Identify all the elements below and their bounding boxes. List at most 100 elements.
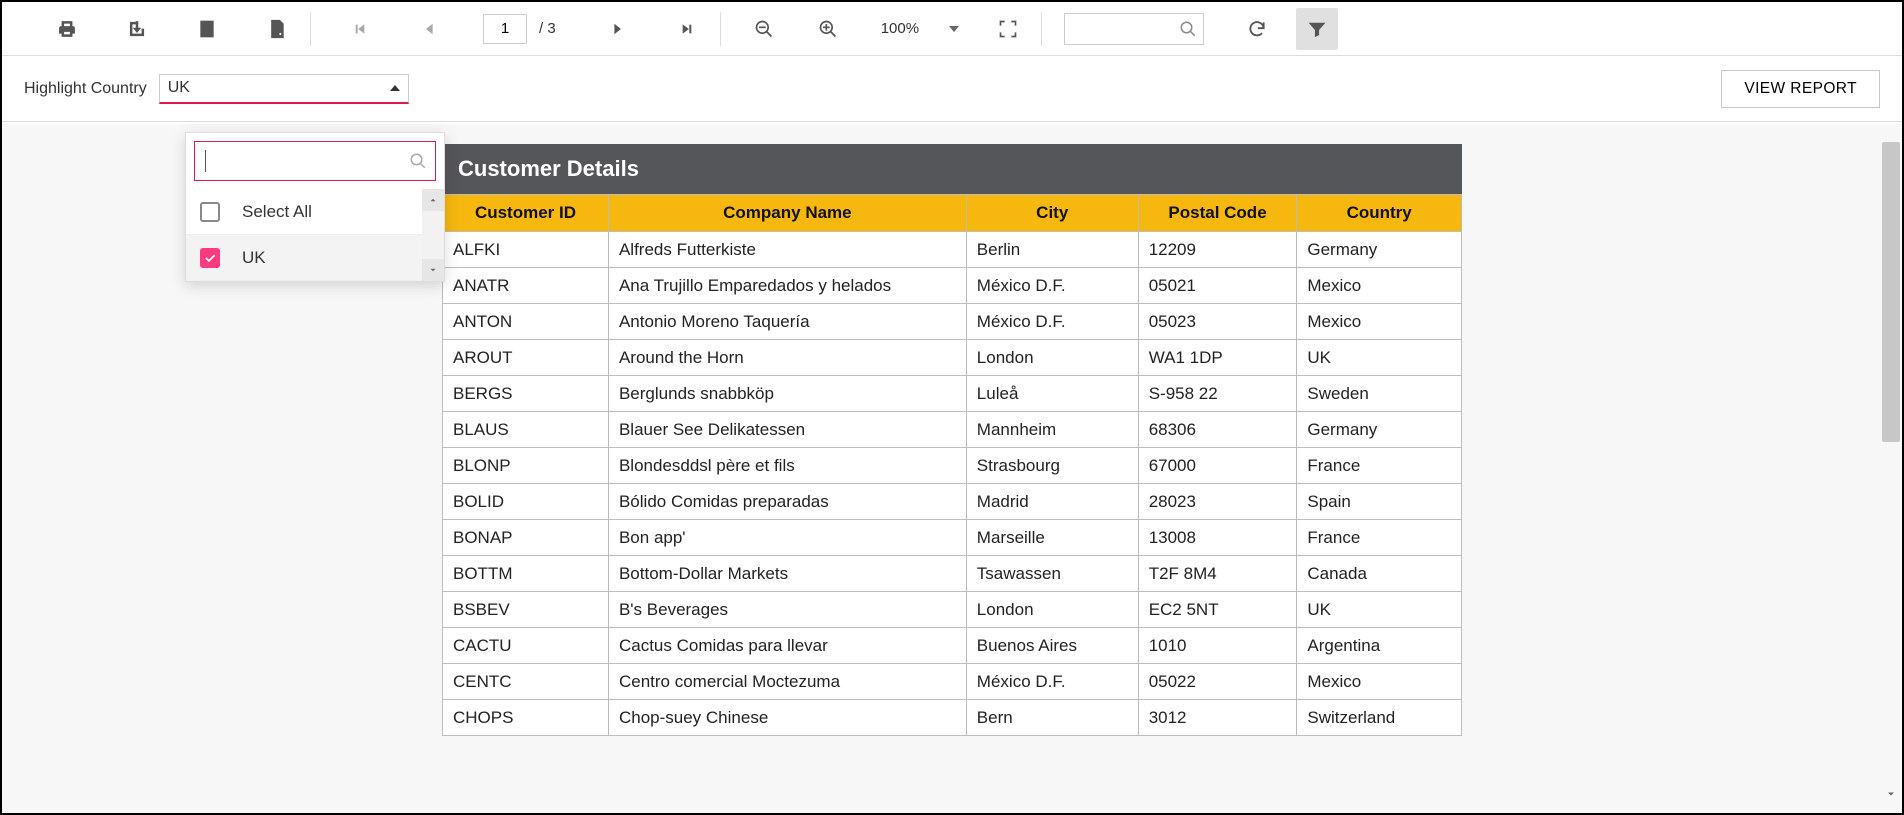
table-cell: México D.F. xyxy=(966,664,1138,700)
table-cell: Marseille xyxy=(966,520,1138,556)
table-cell: UK xyxy=(1297,340,1462,376)
table-cell: Luleå xyxy=(966,376,1138,412)
zoom-level-select[interactable]: 100% xyxy=(875,20,965,37)
table-cell: BOTTM xyxy=(443,556,609,592)
table-cell: ANATR xyxy=(443,268,609,304)
scrollbar-thumb[interactable] xyxy=(1882,142,1900,442)
table-cell: BERGS xyxy=(443,376,609,412)
table-cell: México D.F. xyxy=(966,268,1138,304)
table-cell: Germany xyxy=(1297,412,1462,448)
separator xyxy=(720,12,721,46)
vertical-scrollbar[interactable] xyxy=(1882,134,1900,803)
table-row: CACTUCactus Comidas para llevarBuenos Ai… xyxy=(443,628,1462,664)
caret-down-icon xyxy=(949,26,959,32)
table-cell: Bólido Comidas preparadas xyxy=(608,484,966,520)
table-cell: WA1 1DP xyxy=(1138,340,1297,376)
scroll-down-arrow[interactable] xyxy=(1882,785,1900,803)
page-settings-button[interactable] xyxy=(256,8,298,50)
print-button[interactable] xyxy=(46,8,88,50)
table-row: BOTTMBottom-Dollar MarketsTsawassenT2F 8… xyxy=(443,556,1462,592)
scroll-up-arrow[interactable] xyxy=(422,189,444,211)
view-report-button[interactable]: VIEW REPORT xyxy=(1721,70,1880,108)
table-row: BLONPBlondesddsl père et filsStrasbourg6… xyxy=(443,448,1462,484)
dropdown-option[interactable]: UK xyxy=(186,235,444,281)
table-cell: EC2 5NT xyxy=(1138,592,1297,628)
table-cell: 1010 xyxy=(1138,628,1297,664)
dropdown-select-all[interactable]: Select All xyxy=(186,189,444,235)
zoom-in-button[interactable] xyxy=(807,8,849,50)
table-cell: 68306 xyxy=(1138,412,1297,448)
zoom-level-value: 100% xyxy=(881,20,919,37)
scroll-down-arrow[interactable] xyxy=(422,259,444,281)
export-button[interactable] xyxy=(116,8,158,50)
table-cell: AROUT xyxy=(443,340,609,376)
column-header: Country xyxy=(1297,195,1462,232)
parameter-bar: Highlight Country UK VIEW REPORT xyxy=(2,56,1902,122)
dropdown-search-box[interactable] xyxy=(194,141,436,181)
toolbar-search-box[interactable] xyxy=(1064,13,1204,45)
table-cell: ALFKI xyxy=(443,232,609,268)
table-cell: Ana Trujillo Emparedados y helados xyxy=(608,268,966,304)
table-cell: Centro comercial Moctezuma xyxy=(608,664,966,700)
table-cell: B's Beverages xyxy=(608,592,966,628)
table-cell: Tsawassen xyxy=(966,556,1138,592)
table-row: CENTCCentro comercial MoctezumaMéxico D.… xyxy=(443,664,1462,700)
table-cell: 05023 xyxy=(1138,304,1297,340)
table-row: CHOPSChop-suey ChineseBern3012Switzerlan… xyxy=(443,700,1462,736)
dropdown-search-input[interactable] xyxy=(205,153,401,170)
table-cell: CHOPS xyxy=(443,700,609,736)
table-cell: Around the Horn xyxy=(608,340,966,376)
fit-page-button[interactable] xyxy=(987,8,1029,50)
country-dropdown-panel: Select All UK xyxy=(185,132,445,282)
table-cell: Blondesddsl père et fils xyxy=(608,448,966,484)
search-icon xyxy=(409,152,427,170)
report-page: Customer Details Customer ID Company Nam… xyxy=(442,144,1462,736)
page-number-input[interactable] xyxy=(483,14,527,44)
checkbox-icon xyxy=(200,248,220,268)
column-header: Postal Code xyxy=(1138,195,1297,232)
table-cell: 12209 xyxy=(1138,232,1297,268)
parameter-label: Highlight Country xyxy=(24,80,147,98)
dropdown-scrollbar[interactable] xyxy=(422,189,444,281)
table-cell: Cactus Comidas para llevar xyxy=(608,628,966,664)
parameters-toggle-button[interactable] xyxy=(1296,8,1338,50)
table-cell: Madrid xyxy=(966,484,1138,520)
table-cell: Spain xyxy=(1297,484,1462,520)
dropdown-list: Select All UK xyxy=(186,189,444,281)
table-cell: 05021 xyxy=(1138,268,1297,304)
table-cell: Sweden xyxy=(1297,376,1462,412)
table-cell: 13008 xyxy=(1138,520,1297,556)
first-page-button[interactable] xyxy=(339,8,381,50)
dropdown-item-label: UK xyxy=(242,248,266,268)
table-cell: Mexico xyxy=(1297,304,1462,340)
table-cell: Mexico xyxy=(1297,268,1462,304)
page-layout-button[interactable] xyxy=(186,8,228,50)
table-cell: BOLID xyxy=(443,484,609,520)
highlight-country-select[interactable]: UK xyxy=(159,74,409,104)
table-cell: Blauer See Delikatessen xyxy=(608,412,966,448)
table-cell: Germany xyxy=(1297,232,1462,268)
separator xyxy=(1041,12,1042,46)
zoom-out-button[interactable] xyxy=(743,8,785,50)
column-header: Company Name xyxy=(608,195,966,232)
table-cell: Bon app' xyxy=(608,520,966,556)
table-cell: ANTON xyxy=(443,304,609,340)
prev-page-button[interactable] xyxy=(409,8,451,50)
search-icon xyxy=(1179,20,1197,38)
table-cell: 67000 xyxy=(1138,448,1297,484)
table-row: BLAUSBlauer See DelikatessenMannheim6830… xyxy=(443,412,1462,448)
separator xyxy=(310,12,311,46)
table-cell: UK xyxy=(1297,592,1462,628)
table-row: BOLIDBólido Comidas preparadasMadrid2802… xyxy=(443,484,1462,520)
table-row: ANATRAna Trujillo Emparedados y heladosM… xyxy=(443,268,1462,304)
refresh-button[interactable] xyxy=(1236,8,1278,50)
last-page-button[interactable] xyxy=(666,8,708,50)
checkbox-icon xyxy=(200,202,220,222)
next-page-button[interactable] xyxy=(596,8,638,50)
table-cell: Buenos Aires xyxy=(966,628,1138,664)
report-title: Customer Details xyxy=(442,144,1462,194)
table-cell: BLONP xyxy=(443,448,609,484)
table-cell: Mexico xyxy=(1297,664,1462,700)
toolbar-search-input[interactable] xyxy=(1073,21,1173,37)
table-header-row: Customer ID Company Name City Postal Cod… xyxy=(443,195,1462,232)
